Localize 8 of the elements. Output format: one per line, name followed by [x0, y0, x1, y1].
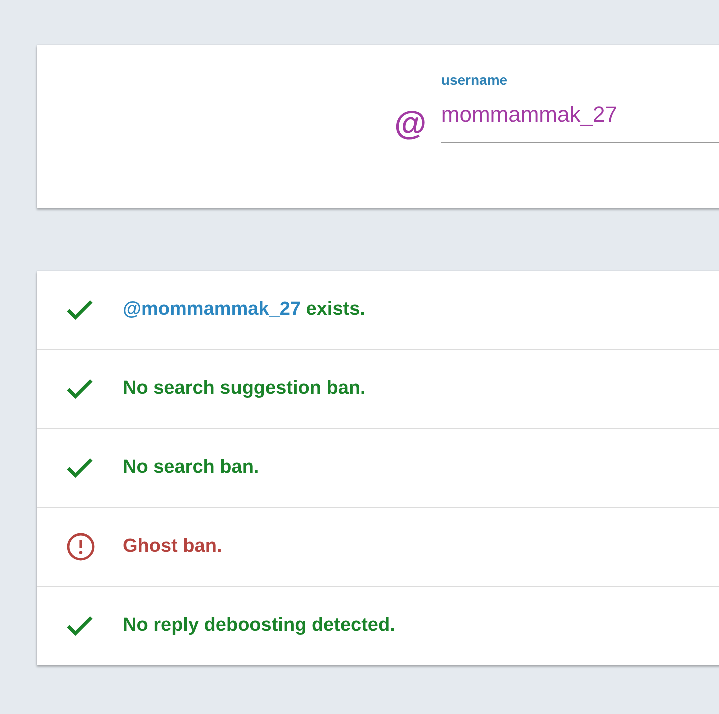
result-text: No reply deboosting detected. [123, 615, 396, 637]
username-link[interactable]: @mommammak_27 [123, 299, 302, 320]
username-field[interactable]: username mommammak_27 [441, 71, 719, 143]
result-text: No search ban. [123, 457, 260, 479]
result-text: @mommammak_27 exists. [123, 299, 366, 321]
result-text: No search suggestion ban. [123, 378, 366, 400]
at-sign-prefix: @ [394, 105, 428, 143]
result-text: Ghost ban. [123, 536, 222, 558]
